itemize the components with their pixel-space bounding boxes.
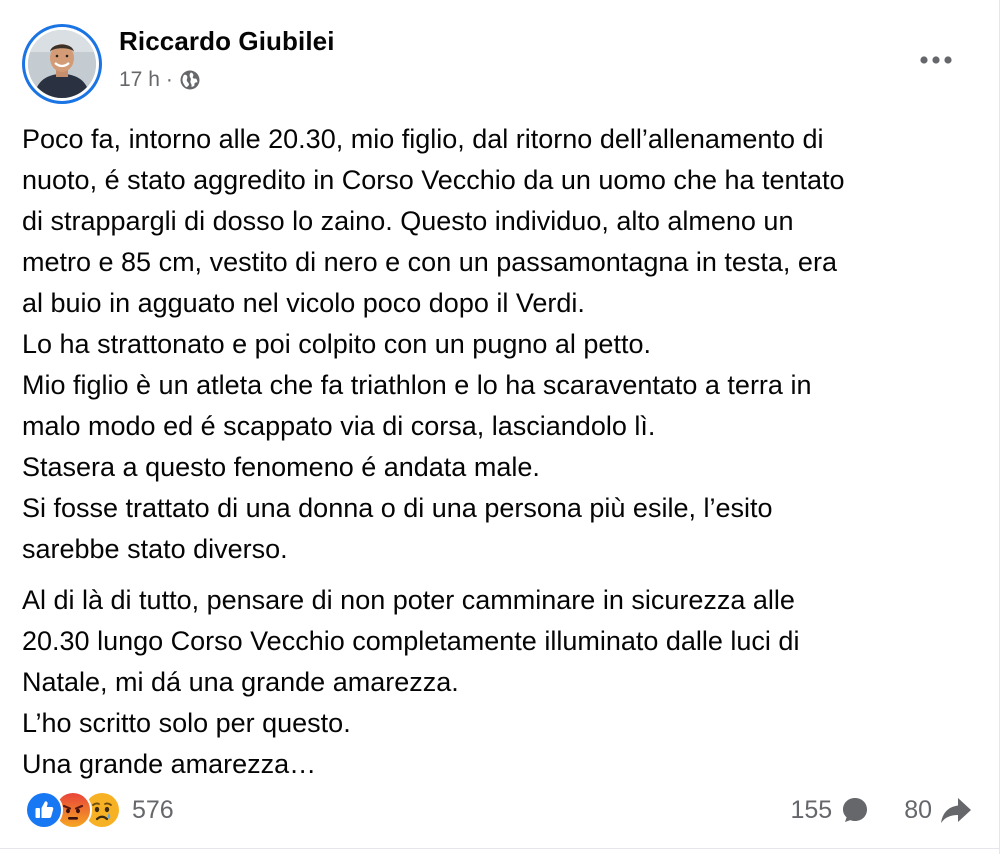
post-time[interactable]: 17 h: [119, 68, 160, 92]
reaction-count: 576: [132, 795, 174, 824]
post-paragraph-1: Poco fa, intorno alle 20.30, mio figlio,…: [22, 119, 982, 570]
comments-count-button[interactable]: 155: [790, 795, 870, 825]
text-line: Si fosse trattato di una donna o di una …: [22, 493, 773, 523]
post-meta: 17 h ·: [119, 68, 201, 92]
meta-separator: ·: [165, 68, 173, 91]
reactions-summary[interactable]: 576: [25, 790, 174, 830]
text-line: di strappargli di dosso lo zaino. Questo…: [22, 206, 794, 236]
globe-icon[interactable]: [179, 69, 201, 91]
post-text: Poco fa, intorno alle 20.30, mio figlio,…: [22, 119, 982, 785]
comment-count: 155: [790, 795, 833, 824]
shares-count-button[interactable]: 80: [904, 795, 972, 825]
like-reaction-icon: [25, 791, 63, 829]
share-count: 80: [904, 795, 932, 824]
text-line: Una grande amarezza…: [22, 749, 317, 779]
text-line: Al di là di tutto, pensare di non poter …: [22, 585, 795, 615]
text-line: Natale, mi dá una grande amarezza.: [22, 667, 459, 697]
text-line: Lo ha strattonato e poi colpito con un p…: [22, 329, 651, 359]
footer-divider: [0, 848, 1000, 849]
comment-icon: [843, 798, 868, 822]
avatar-photo: [28, 30, 96, 98]
text-line: sarebbe stato diverso.: [22, 534, 288, 564]
text-line: L’ho scritto solo per questo.: [22, 708, 351, 738]
post-card: Riccardo Giubilei 17 h · Poco fa, intorn…: [0, 0, 1000, 854]
text-line: nuoto, é stato aggredito in Corso Vecchi…: [22, 165, 845, 195]
post-header: Riccardo Giubilei 17 h ·: [0, 0, 1000, 110]
author-name[interactable]: Riccardo Giubilei: [119, 26, 335, 57]
text-line: 20.30 lungo Corso Vecchio completamente …: [22, 626, 800, 656]
text-line: Stasera a questo fenomeno é andata male.: [22, 452, 540, 482]
post-paragraph-2: Al di là di tutto, pensare di non poter …: [22, 580, 982, 785]
text-line: malo modo ed é scappato via di corsa, la…: [22, 411, 656, 441]
avatar-portrait-icon: [28, 30, 96, 98]
author-avatar[interactable]: [22, 24, 102, 104]
post-stats: 155 80: [790, 790, 972, 830]
more-options-icon: [920, 56, 952, 64]
text-line: metro e 85 cm, vestito di nero e con un …: [22, 247, 837, 277]
more-options-button[interactable]: [918, 50, 954, 70]
share-icon: [941, 798, 971, 823]
post-footer: 576 155 80: [0, 790, 1000, 830]
text-line: Mio figlio è un atleta che fa triathlon …: [22, 370, 812, 400]
text-line: al buio in agguato nel vicolo poco dopo …: [22, 288, 585, 318]
text-line: Poco fa, intorno alle 20.30, mio figlio,…: [22, 124, 824, 154]
